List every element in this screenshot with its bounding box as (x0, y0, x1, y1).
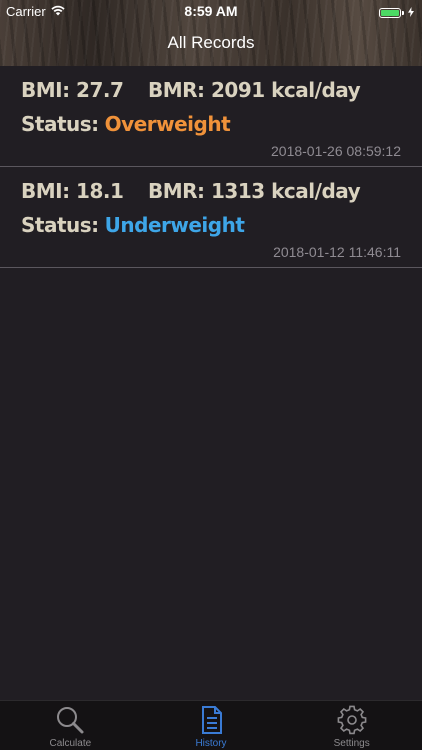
status-line: Status: Overweight (21, 112, 231, 136)
record-row[interactable]: BMI: 27.7 BMR: 2091 kcal/day Status: Over… (0, 66, 422, 167)
status-time: 8:59 AM (184, 3, 238, 19)
status-bar: Carrier 8:59 AM (0, 0, 422, 22)
tab-label: Calculate (49, 738, 92, 749)
bmr-value: BMR: 1313 kcal/day (148, 179, 361, 203)
status-label: Status: (21, 112, 99, 136)
gear-icon (337, 705, 367, 738)
record-row[interactable]: BMI: 18.1 BMR: 1313 kcal/day Status: Unde… (0, 167, 422, 268)
status-value: Underweight (104, 213, 245, 237)
tab-label: History (195, 738, 227, 749)
bmr-value: BMR: 2091 kcal/day (148, 78, 361, 102)
status-value: Overweight (104, 112, 231, 136)
record-timestamp: 2018-01-12 11:46:11 (273, 244, 401, 260)
charging-bolt-icon (408, 5, 414, 20)
battery-indicator (379, 5, 414, 20)
tab-settings[interactable]: Settings (281, 701, 422, 750)
document-icon (196, 705, 226, 738)
tab-calculate[interactable]: Calculate (0, 701, 141, 750)
tab-history[interactable]: History (141, 701, 282, 750)
magnifier-icon (55, 705, 85, 738)
status-label: Status: (21, 213, 99, 237)
bmi-value: BMI: 18.1 (21, 179, 124, 203)
bmi-value: BMI: 27.7 (21, 78, 124, 102)
record-timestamp: 2018-01-26 08:59:12 (271, 143, 401, 159)
battery-fill (381, 9, 399, 16)
page-title: All Records (167, 33, 255, 52)
battery-icon (379, 7, 404, 18)
records-list[interactable]: BMI: 27.7 BMR: 2091 kcal/day Status: Over… (0, 66, 422, 268)
navigation-header: Carrier 8:59 AM All Records (0, 0, 422, 66)
screen: Carrier 8:59 AM All Records BMI: 27.7 BM… (0, 0, 422, 750)
tab-label: Settings (333, 738, 370, 749)
status-line: Status: Underweight (21, 213, 245, 237)
tab-bar: Calculate History Settings (0, 700, 422, 750)
